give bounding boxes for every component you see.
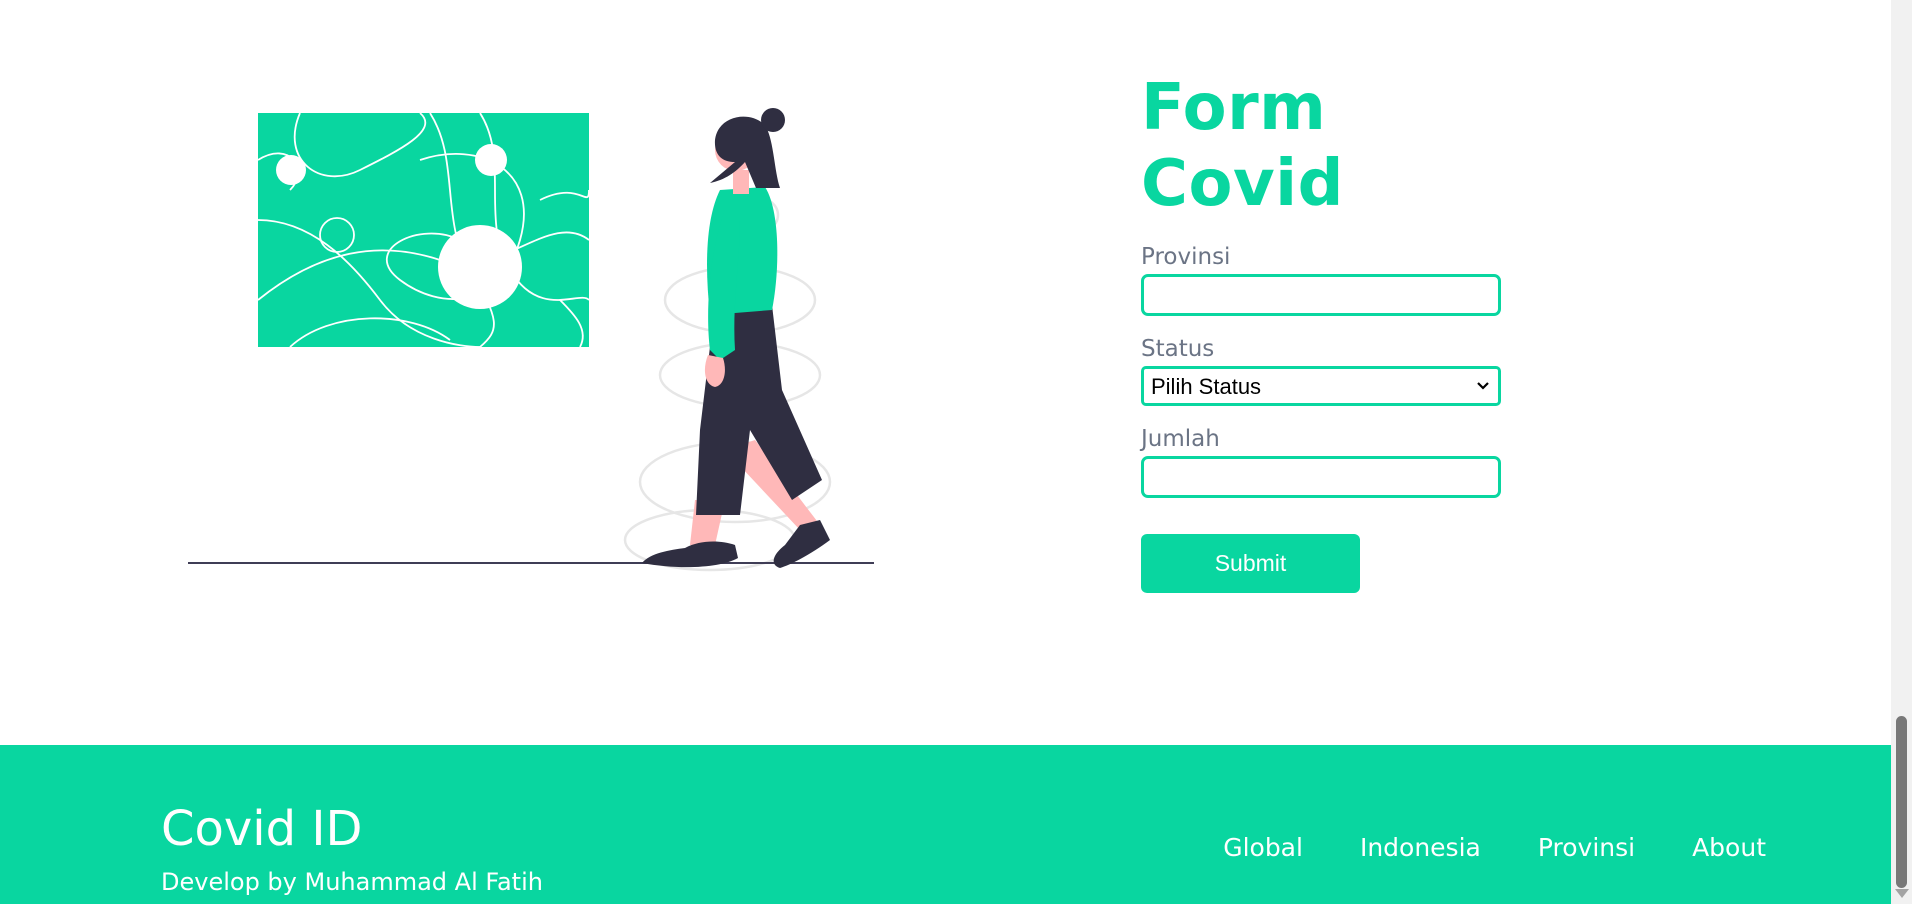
- footer-credit: Develop by Muhammad Al Fatih: [161, 868, 543, 896]
- footer-link-provinsi[interactable]: Provinsi: [1538, 833, 1635, 863]
- covid-form: Form Covid Provinsi Status Pilih Status …: [1141, 70, 1541, 593]
- vertical-scrollbar[interactable]: [1891, 0, 1912, 904]
- page: Form Covid Provinsi Status Pilih Status …: [0, 0, 1891, 904]
- footer-link-about[interactable]: About: [1692, 833, 1766, 863]
- provinsi-input[interactable]: [1141, 274, 1501, 316]
- jumlah-input[interactable]: [1141, 456, 1501, 498]
- status-select[interactable]: Pilih Status: [1141, 366, 1501, 406]
- footer-nav: Global Indonesia Provinsi About: [1223, 833, 1766, 863]
- submit-button[interactable]: Submit: [1141, 534, 1360, 593]
- provinsi-label: Provinsi: [1141, 244, 1231, 270]
- chevron-down-icon: [1477, 382, 1489, 390]
- status-label: Status: [1141, 336, 1215, 362]
- woman-walking-illustration: [188, 108, 874, 572]
- form-title: Form Covid: [1141, 71, 1344, 221]
- footer: Covid ID Develop by Muhammad Al Fatih Gl…: [0, 745, 1891, 904]
- footer-link-global[interactable]: Global: [1223, 833, 1303, 863]
- footer-brand: Covid ID: [161, 801, 363, 857]
- jumlah-label: Jumlah: [1141, 426, 1220, 452]
- scroll-down-arrow-icon[interactable]: [1895, 889, 1909, 898]
- footer-link-indonesia[interactable]: Indonesia: [1360, 833, 1481, 863]
- status-select-value: Pilih Status: [1151, 374, 1262, 399]
- scrollbar-thumb[interactable]: [1896, 716, 1907, 888]
- walking-woman: [642, 108, 830, 568]
- abstract-painting: [257, 112, 590, 348]
